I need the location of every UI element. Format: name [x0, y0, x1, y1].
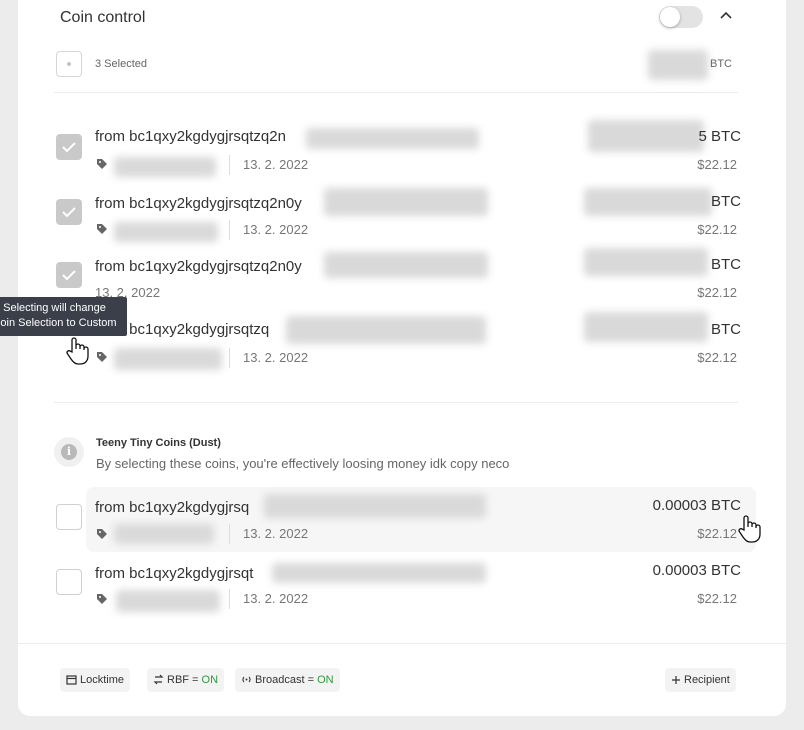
coin-amount-btc: 0.00003 BTC	[652, 562, 741, 579]
plus-icon	[672, 676, 680, 684]
swap-icon	[153, 674, 164, 685]
address-redacted	[264, 494, 486, 518]
tag-icon	[97, 352, 107, 362]
separator	[229, 155, 230, 175]
tag-icon	[97, 529, 107, 539]
footer-divider	[18, 643, 786, 644]
coin-amount-btc: BTC	[711, 256, 741, 273]
coin-date: 13. 2. 2022	[243, 591, 309, 606]
label-redacted	[114, 157, 216, 177]
amount-redacted	[584, 248, 708, 276]
address-redacted	[324, 252, 488, 278]
hand-cursor-icon	[738, 515, 761, 543]
rbf-toggle[interactable]: RBF = ON	[147, 668, 225, 692]
label-redacted	[114, 222, 218, 242]
coin-address: from bc1qxy2kgdygjrsqtzq2n0y	[95, 258, 302, 275]
coin-amount-usd: $22.12	[697, 350, 737, 365]
coin-date: 13. 2. 2022	[243, 157, 309, 172]
tag-icon	[97, 594, 107, 604]
coin-amount-btc: BTC	[711, 321, 741, 338]
coin-control-toggle[interactable]	[659, 6, 703, 28]
address-redacted	[286, 316, 486, 344]
tag-icon	[97, 224, 107, 234]
tooltip-line: Selecting will change	[3, 302, 106, 314]
calendar-icon	[66, 675, 77, 685]
coin-address: from bc1qxy2kgdygjrsqtzq2n0y	[95, 195, 302, 212]
divider	[54, 92, 738, 93]
label-redacted	[114, 524, 214, 544]
coin-control-panel: Coin control 3 Selected BTC from bc1qxy2…	[18, 0, 786, 716]
address-redacted	[306, 128, 479, 149]
chevron-up-icon[interactable]	[718, 8, 734, 24]
dust-coin-checkbox[interactable]	[56, 569, 82, 595]
check-icon	[62, 270, 76, 281]
address-redacted	[272, 563, 486, 583]
separator	[229, 524, 230, 544]
coin-address: from bc1qxy2kgdygjrsq	[95, 499, 250, 516]
broadcast-icon	[242, 676, 251, 683]
page-title: Coin control	[60, 9, 146, 26]
coin-selection-tooltip: Selecting will change Coin Selection to …	[0, 297, 127, 336]
select-all-checkbox[interactable]	[56, 51, 82, 77]
coin-amount-btc: 0.00003 BTC	[652, 497, 741, 514]
coin-amount-usd: $22.12	[697, 285, 737, 300]
coin-amount-usd: $22.12	[697, 591, 737, 606]
coin-amount-usd: $22.12	[697, 222, 737, 237]
selected-count: 3 Selected	[95, 58, 147, 70]
coin-amount-btc: BTC	[711, 193, 741, 210]
amount-redacted	[584, 312, 708, 342]
coin-checkbox[interactable]	[56, 262, 82, 288]
coin-address: from bc1qxy2kgdygjrsqt	[95, 565, 254, 582]
coin-checkbox[interactable]	[56, 134, 82, 160]
label-redacted	[116, 590, 220, 612]
selected-sum-redacted	[648, 50, 708, 80]
coin-date: 13. 2. 2022	[243, 526, 309, 541]
coin-amount-btc: 5 BTC	[698, 128, 741, 145]
add-recipient-button[interactable]: Recipient	[665, 668, 736, 692]
dust-section-description: By selecting these coins, you're effecti…	[96, 456, 510, 471]
hand-cursor-icon	[66, 337, 89, 365]
check-icon	[62, 207, 76, 218]
divider	[54, 402, 738, 403]
separator	[229, 348, 230, 368]
check-icon	[62, 142, 76, 153]
separator	[229, 589, 230, 609]
separator	[229, 220, 230, 240]
amount-redacted	[584, 188, 712, 216]
locktime-button[interactable]: Locktime	[60, 668, 131, 692]
address-redacted	[324, 188, 488, 216]
tag-icon	[97, 159, 107, 169]
coin-amount-usd: $22.12	[697, 526, 737, 541]
label-redacted	[114, 348, 222, 370]
broadcast-toggle[interactable]: Broadcast = ON	[235, 668, 340, 692]
coin-checkbox[interactable]	[56, 199, 82, 225]
info-icon: i	[54, 437, 84, 467]
coin-date: 13. 2. 2022	[243, 222, 309, 237]
tooltip-line: Coin Selection to Custom	[0, 317, 117, 329]
coin-address: from bc1qxy2kgdygjrsqtzq2n	[95, 128, 286, 145]
dust-coin-checkbox[interactable]	[56, 504, 82, 530]
amount-redacted	[588, 120, 704, 152]
selected-sum-unit: BTC	[710, 58, 732, 70]
dust-section-title: Teeny Tiny Coins (Dust)	[96, 437, 221, 449]
coin-date: 13. 2. 2022	[243, 350, 309, 365]
coin-amount-usd: $22.12	[697, 157, 737, 172]
